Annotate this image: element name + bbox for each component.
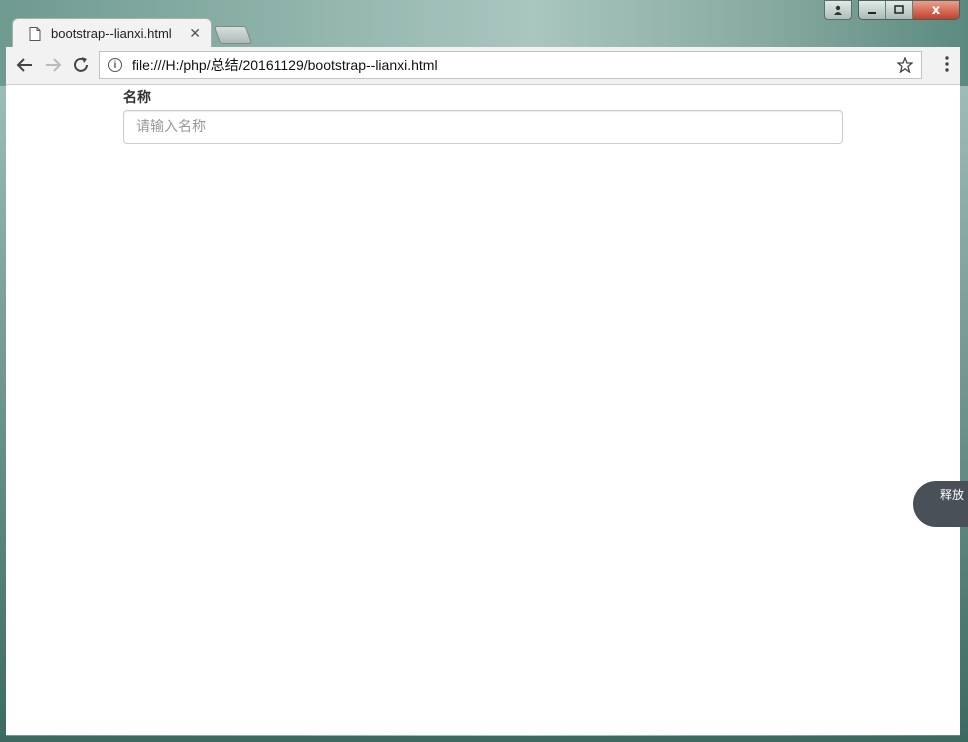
page-content: 名称 [6, 85, 960, 735]
info-icon[interactable]: i [108, 58, 122, 72]
name-label: 名称 [123, 90, 151, 106]
tab-title: bootstrap--lianxi.html [51, 26, 172, 41]
reload-icon[interactable] [72, 56, 90, 74]
browser-toolbar: i file:///H:/php/总结/20161129/bootstrap--… [6, 47, 960, 85]
menu-dots-icon[interactable] [944, 55, 950, 73]
new-tab-button[interactable] [213, 26, 253, 44]
tab-close-icon[interactable]: ✕ [189, 26, 201, 42]
back-arrow-icon[interactable] [16, 56, 34, 74]
url-text[interactable]: file:///H:/php/总结/20161129/bootstrap--li… [132, 55, 897, 75]
window-frame-bottom [0, 736, 968, 742]
name-input[interactable] [123, 110, 843, 144]
tab-strip: bootstrap--lianxi.html ✕ [0, 14, 968, 48]
star-icon[interactable] [897, 57, 913, 73]
file-icon [29, 26, 41, 41]
browser-window: x bootstrap--lianxi.html ✕ i file:///H:/… [0, 0, 968, 742]
release-label: 释放 [939, 487, 964, 502]
address-bar[interactable]: i file:///H:/php/总结/20161129/bootstrap--… [99, 51, 922, 79]
release-float-button[interactable]: 释放 [913, 481, 968, 527]
forward-arrow-icon[interactable] [44, 56, 62, 74]
window-frame-right [960, 86, 968, 742]
window-frame-left [0, 86, 6, 742]
tab-active[interactable]: bootstrap--lianxi.html ✕ [12, 18, 212, 48]
